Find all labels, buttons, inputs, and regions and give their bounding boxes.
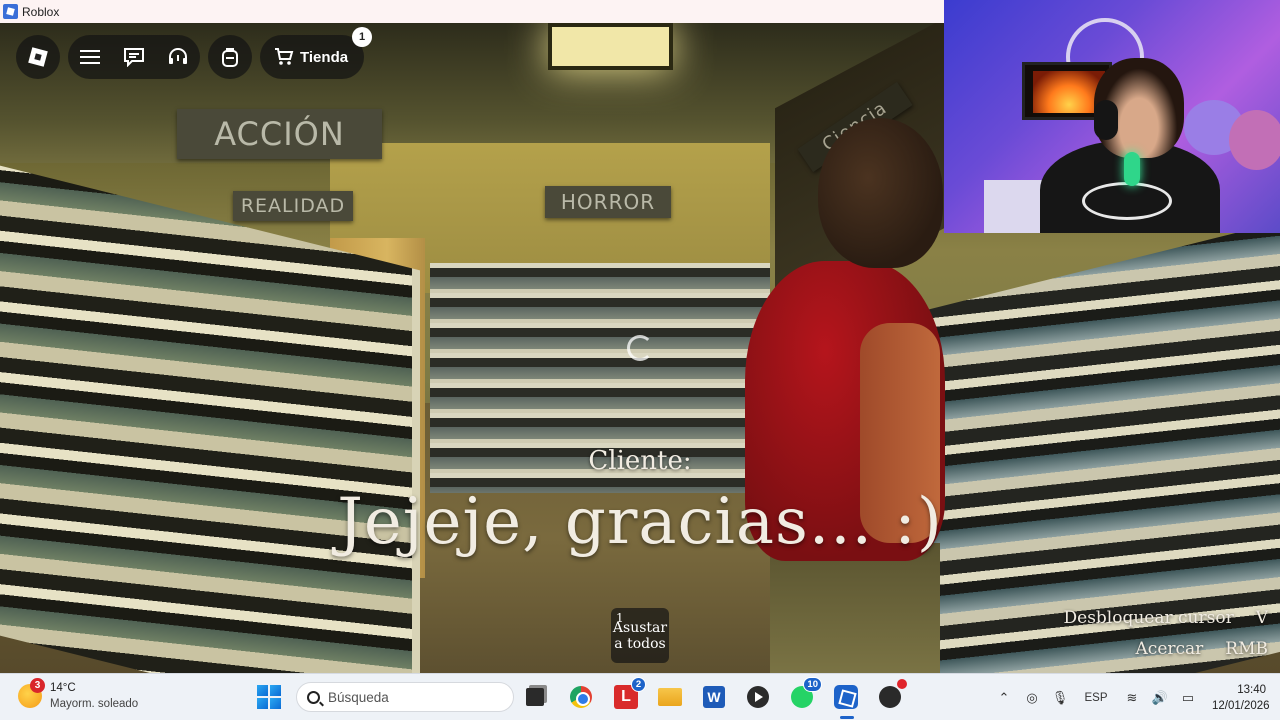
volume-button[interactable]: 🔊 <box>1146 684 1174 712</box>
taskbar-search[interactable] <box>296 682 514 712</box>
play-icon <box>747 686 769 708</box>
weather-desc: Mayorm. soleado <box>50 698 139 710</box>
wifi-button[interactable]: ≋ <box>1118 684 1146 712</box>
clock-time: 13:40 <box>1237 683 1266 696</box>
window-titlebar: Roblox <box>0 0 944 23</box>
hint-label: Desbloquear cursor <box>1063 608 1234 628</box>
crosshair-icon <box>627 335 653 361</box>
plush-toy <box>1229 110 1280 170</box>
sign-realidad: REALIDAD <box>233 191 353 221</box>
roblox-menu-button[interactable] <box>16 35 60 79</box>
sign-horror: HORROR <box>545 186 671 218</box>
hint-key: V <box>1255 608 1268 628</box>
obs-app-button[interactable] <box>876 679 907 711</box>
wifi-icon: ≋ <box>1126 689 1138 705</box>
dialog-speaker: Cliente: <box>588 446 692 476</box>
hint-label: Acercar <box>1135 639 1204 659</box>
whatsapp-app-button[interactable]: 10 <box>788 677 822 711</box>
roblox-app-button[interactable] <box>832 683 860 719</box>
right-shelf <box>905 210 1280 673</box>
chrome-icon <box>570 686 592 708</box>
windows-logo-icon <box>270 698 281 709</box>
clock-date: 12/01/2026 <box>1212 699 1270 712</box>
weather-temp: 14°C <box>50 682 76 694</box>
sign-accion: ACCIÓN <box>177 109 382 159</box>
headset-icon <box>169 48 187 64</box>
ceiling-light <box>548 23 673 70</box>
weather-widget[interactable]: 3 14°C Mayorm. soleado <box>18 678 138 712</box>
roblox-topbar: Tienda 1 <box>16 27 373 79</box>
task-view-button[interactable] <box>521 683 549 711</box>
battery-icon: ▭ <box>1181 689 1195 705</box>
roblox-icon <box>834 685 858 709</box>
sun-icon: 3 <box>18 678 45 708</box>
search-input[interactable] <box>328 689 488 705</box>
shop-label: Tienda <box>300 48 349 66</box>
media-player-button[interactable] <box>744 683 772 711</box>
window-title: Roblox <box>22 4 60 19</box>
tray-overflow-button[interactable]: ⌃ <box>990 684 1018 712</box>
backpack-icon <box>222 48 238 67</box>
chevron-up-icon: ⌃ <box>998 689 1010 705</box>
windows-logo-icon <box>257 685 268 696</box>
scare-hotkey: 1 <box>616 611 624 625</box>
backpack-pill <box>208 35 252 79</box>
roblox-controls-pill <box>68 35 200 79</box>
app-badge: 2 <box>631 677 646 692</box>
backpack-button[interactable] <box>208 35 252 79</box>
word-app-button[interactable]: W <box>700 683 728 711</box>
start-button[interactable] <box>257 685 281 709</box>
customer-npc-legs <box>770 543 940 673</box>
headphones-icon <box>1094 100 1118 140</box>
microphone-icon <box>1124 152 1140 186</box>
battery-button[interactable]: ▭ <box>1174 684 1202 712</box>
hint-unlock-cursor: Desbloquear cursor V <box>1064 608 1269 628</box>
tray-app-button[interactable]: ◎ <box>1018 684 1046 712</box>
windows-logo-icon <box>270 685 281 696</box>
app-badge: 10 <box>803 677 822 692</box>
chat-button[interactable] <box>112 35 156 79</box>
webcam-overlay <box>944 0 1280 233</box>
shop-badge: 1 <box>352 27 373 47</box>
file-explorer-button[interactable] <box>656 683 684 711</box>
weather-badge: 3 <box>30 678 45 693</box>
speaker-icon: 🔊 <box>1151 689 1169 705</box>
roblox-logo-icon <box>28 47 48 67</box>
l-app-button[interactable]: L 2 <box>612 677 646 711</box>
chrome-app-button[interactable] <box>567 683 595 711</box>
scare-everyone-button[interactable]: 1 Asustar a todos <box>611 608 669 663</box>
taskbar-clock[interactable]: 13:40 12/01/2026 <box>1202 682 1270 714</box>
chat-icon <box>124 48 144 67</box>
weather-text: 14°C Mayorm. soleado <box>50 680 138 712</box>
hoodie-print <box>1082 182 1172 220</box>
microphone-tray-button[interactable]: 🎙 <box>1046 684 1074 712</box>
folder-icon <box>658 688 682 706</box>
microphone-icon: 🎙 <box>1051 689 1069 705</box>
input-language-button[interactable]: ESP <box>1074 684 1118 712</box>
windows-logo-icon <box>257 698 268 709</box>
hint-key: RMB <box>1225 639 1268 659</box>
obs-icon <box>879 686 901 708</box>
roblox-app-icon <box>3 4 18 19</box>
task-view-icon <box>526 688 544 706</box>
tray-app-icon: ◎ <box>1026 689 1038 705</box>
voice-button[interactable] <box>156 35 200 79</box>
notification-dot <box>897 679 907 689</box>
shop-button[interactable]: Tienda 1 <box>260 27 373 79</box>
system-tray: ⌃ ◎ 🎙 ESP ≋ 🔊 ▭ 13:40 12/01/2026 <box>990 674 1270 720</box>
windows-taskbar: 3 14°C Mayorm. soleado L 2 W 10 ⌃ ◎ 🎙 ES… <box>0 673 1280 720</box>
customer-npc-head <box>818 118 943 268</box>
hamburger-icon <box>80 50 100 64</box>
hint-zoom: Acercar RMB <box>1136 639 1268 659</box>
cart-icon <box>275 48 294 65</box>
word-icon: W <box>703 686 725 708</box>
hamburger-menu-button[interactable] <box>68 35 112 79</box>
dialog-line: Jejeje, gracias... :) <box>337 485 943 559</box>
search-icon <box>307 690 320 704</box>
